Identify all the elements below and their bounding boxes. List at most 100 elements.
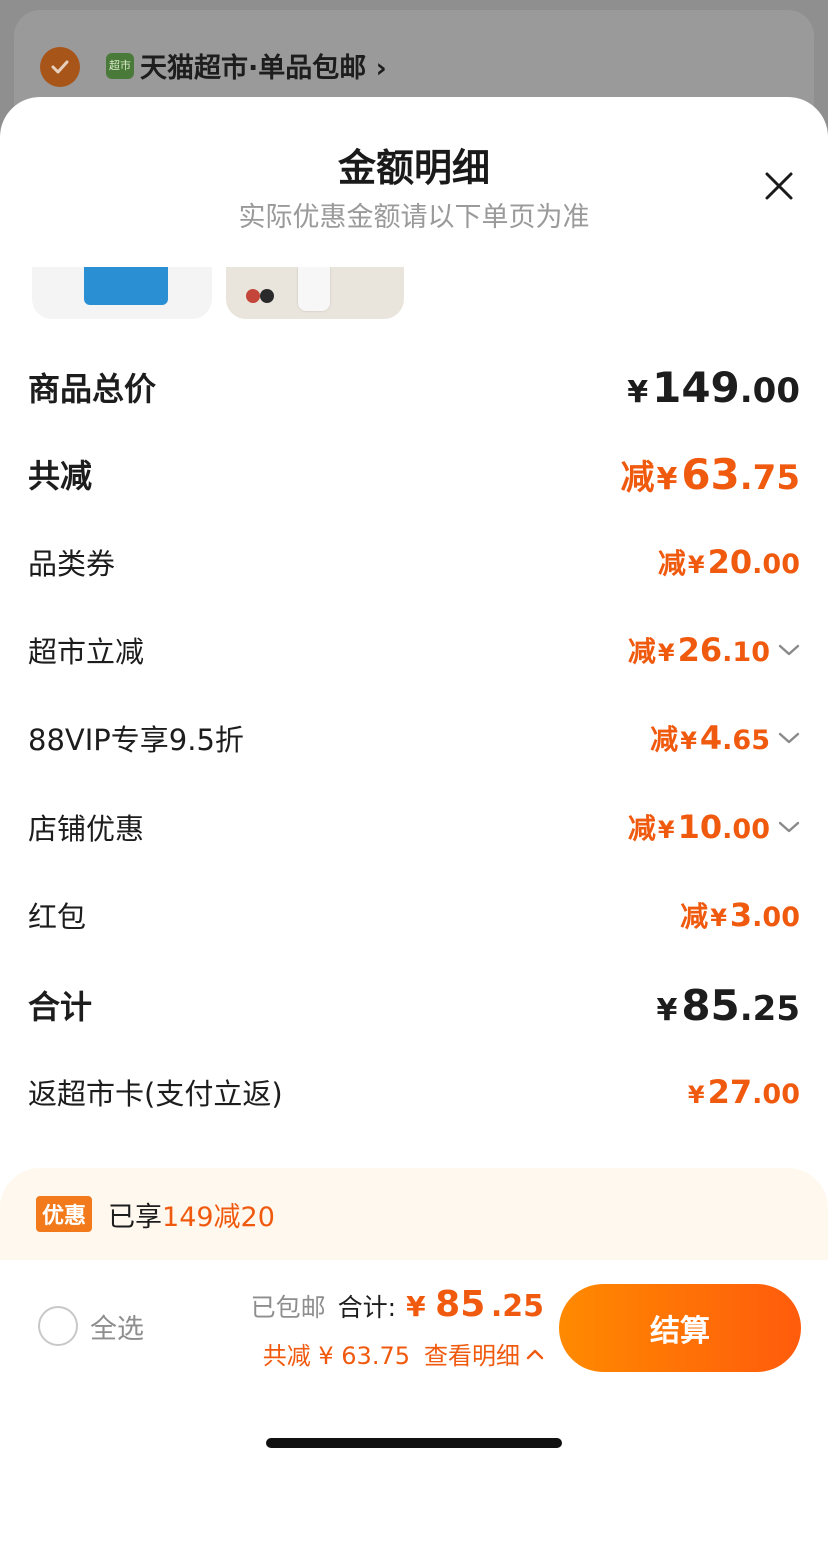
amount-integer: 27 xyxy=(707,1073,753,1111)
currency-symbol: ¥ xyxy=(656,992,678,1028)
discount-prefix: 减 xyxy=(627,635,656,668)
row-amount: 减 ¥ 4 .65 xyxy=(650,718,800,758)
row-amount: 减 ¥ 3 .00 xyxy=(680,895,800,935)
promo-text: 已享 xyxy=(108,1201,163,1233)
view-detail-toggle[interactable]: 共减 ¥ 63.75 查看明细 xyxy=(263,1336,544,1371)
total-label: 合计: xyxy=(337,1293,397,1322)
store-logo-icon: 超市 xyxy=(106,53,134,79)
currency-symbol: ¥ xyxy=(680,727,697,755)
promo-highlight: 149减20 xyxy=(162,1201,275,1233)
chevron-up-icon xyxy=(526,1348,544,1360)
row-red-packet: 红包 减 ¥ 3 .00 xyxy=(28,885,800,945)
row-label: 返超市卡(支付立返) xyxy=(28,1077,283,1111)
view-detail-label: 查看明细 xyxy=(424,1342,520,1370)
sheet-subtitle: 实际优惠金额请以下单页为准 xyxy=(238,202,590,233)
chevron-down-icon[interactable] xyxy=(778,820,800,834)
row-store-discount[interactable]: 店铺优惠 减 ¥ 10 .00 xyxy=(28,797,800,857)
currency-symbol: ¥ xyxy=(657,639,675,667)
free-shipping-label: 已包邮 xyxy=(250,1293,326,1322)
row-amount: 减 ¥ 20 .00 xyxy=(658,542,800,582)
promo-tag: 优惠 xyxy=(36,1196,93,1232)
amount-integer: 4 xyxy=(699,719,723,757)
discount-prefix: 减 xyxy=(657,547,686,580)
amount-integer: 20 xyxy=(707,543,753,581)
discount-prefix: 减 xyxy=(627,812,656,845)
amount-integer: 149 xyxy=(652,362,740,412)
saved-amount: 共减 ¥ 63.75 xyxy=(262,1342,410,1370)
currency-symbol: ¥ xyxy=(687,551,705,579)
page: 超市 天猫超市·单品包邮 › 金额明细 实际优惠金额请以下单页为准 商品总价 ¥… xyxy=(0,0,828,1567)
chevron-down-icon[interactable] xyxy=(778,731,800,745)
discount-prefix: 减 xyxy=(680,900,709,933)
store-check-icon[interactable] xyxy=(40,47,80,87)
product-can-image xyxy=(84,267,168,305)
close-button[interactable] xyxy=(756,163,802,209)
product-thumbnail xyxy=(226,267,404,319)
currency-symbol: ¥ xyxy=(657,816,675,844)
checkout-footer: 全选 已包邮 合计: ¥ 85 .25 共减 ¥ 63.75 查看明细 结算 xyxy=(0,1260,828,1470)
row-label: 超市立减 xyxy=(28,635,145,669)
currency-symbol: ¥ xyxy=(627,374,649,410)
amount-integer: 26 xyxy=(677,631,723,669)
amount-integer: 10 xyxy=(677,808,723,846)
amount-decimal: .25 xyxy=(739,988,800,1029)
amount-decimal: .00 xyxy=(752,902,800,933)
amount-integer: 85 xyxy=(681,980,740,1030)
row-goods-total: 商品总价 ¥ 149 .00 xyxy=(28,357,800,417)
discount-prefix: 减 xyxy=(620,457,655,498)
row-amount: 减 ¥ 63 .75 xyxy=(620,450,800,499)
row-label: 红包 xyxy=(28,900,87,934)
close-icon xyxy=(765,172,793,200)
total-line: 已包邮 合计: ¥ 85 .25 xyxy=(251,1284,544,1325)
row-amount: ¥ 149 .00 xyxy=(627,363,800,412)
currency-symbol: ¥ xyxy=(687,1081,705,1109)
select-all-label: 全选 xyxy=(90,1313,144,1345)
amount-decimal: .00 xyxy=(739,370,800,411)
select-all-radio[interactable] xyxy=(38,1306,78,1346)
product-image-detail xyxy=(260,289,274,303)
row-amount: ¥ 27 .00 xyxy=(688,1073,800,1111)
amount-decimal: .65 xyxy=(722,725,770,756)
currency-symbol: ¥ xyxy=(656,461,678,497)
amount-decimal: .25 xyxy=(490,1289,544,1324)
row-label: 88VIP专享9.5折 xyxy=(28,723,244,757)
row-cashback-card: 返超市卡(支付立返) ¥ 27 .00 xyxy=(28,1062,800,1122)
row-label: 共减 xyxy=(28,457,93,495)
store-name[interactable]: 天猫超市·单品包邮 › xyxy=(140,46,387,85)
discount-prefix: 减 xyxy=(650,723,679,756)
row-total-discount: 共减 减 ¥ 63 .75 xyxy=(28,444,800,504)
amount-integer: 63 xyxy=(681,449,740,499)
row-amount: 减 ¥ 26 .10 xyxy=(628,630,800,670)
product-bottle-image xyxy=(298,267,330,311)
row-label: 商品总价 xyxy=(28,370,157,408)
checkout-button[interactable]: 结算 xyxy=(559,1284,801,1372)
amount-integer: 3 xyxy=(729,896,753,934)
row-grand-total: 合计 ¥ 85 .25 xyxy=(28,975,800,1035)
amount-decimal: .00 xyxy=(722,814,770,845)
amount-decimal: .00 xyxy=(752,549,800,580)
row-supermarket-discount[interactable]: 超市立减 减 ¥ 26 .10 xyxy=(28,620,800,680)
home-indicator xyxy=(266,1438,562,1448)
row-amount: ¥ 85 .25 xyxy=(656,981,800,1030)
amount-decimal: .10 xyxy=(722,637,770,668)
currency-symbol: ¥ xyxy=(710,904,727,932)
row-amount: 减 ¥ 10 .00 xyxy=(628,807,800,847)
product-thumbnail xyxy=(32,267,212,319)
chevron-right-icon: › xyxy=(375,53,387,84)
total-amount: ¥ 85 .25 xyxy=(406,1284,544,1325)
row-category-coupon: 品类券 减 ¥ 20 .00 xyxy=(28,532,800,592)
amount-decimal: .75 xyxy=(739,457,800,498)
store-name-label: 天猫超市·单品包邮 xyxy=(140,53,367,84)
row-88vip-discount[interactable]: 88VIP专享9.5折 减 ¥ 4 .65 xyxy=(28,708,800,768)
row-label: 合计 xyxy=(28,988,93,1026)
sheet-title: 金额明细 xyxy=(337,146,490,190)
row-label: 店铺优惠 xyxy=(28,812,145,846)
amount-decimal: .00 xyxy=(752,1079,800,1110)
select-all-toggle[interactable]: 全选 xyxy=(38,1306,144,1346)
row-label: 品类券 xyxy=(28,547,116,581)
chevron-down-icon[interactable] xyxy=(778,643,800,657)
currency-symbol: ¥ xyxy=(406,1290,426,1323)
promo-bar: 优惠 已享 149减20 xyxy=(0,1168,828,1260)
product-image-detail xyxy=(246,289,260,303)
amount-integer: 85 xyxy=(435,1284,486,1325)
